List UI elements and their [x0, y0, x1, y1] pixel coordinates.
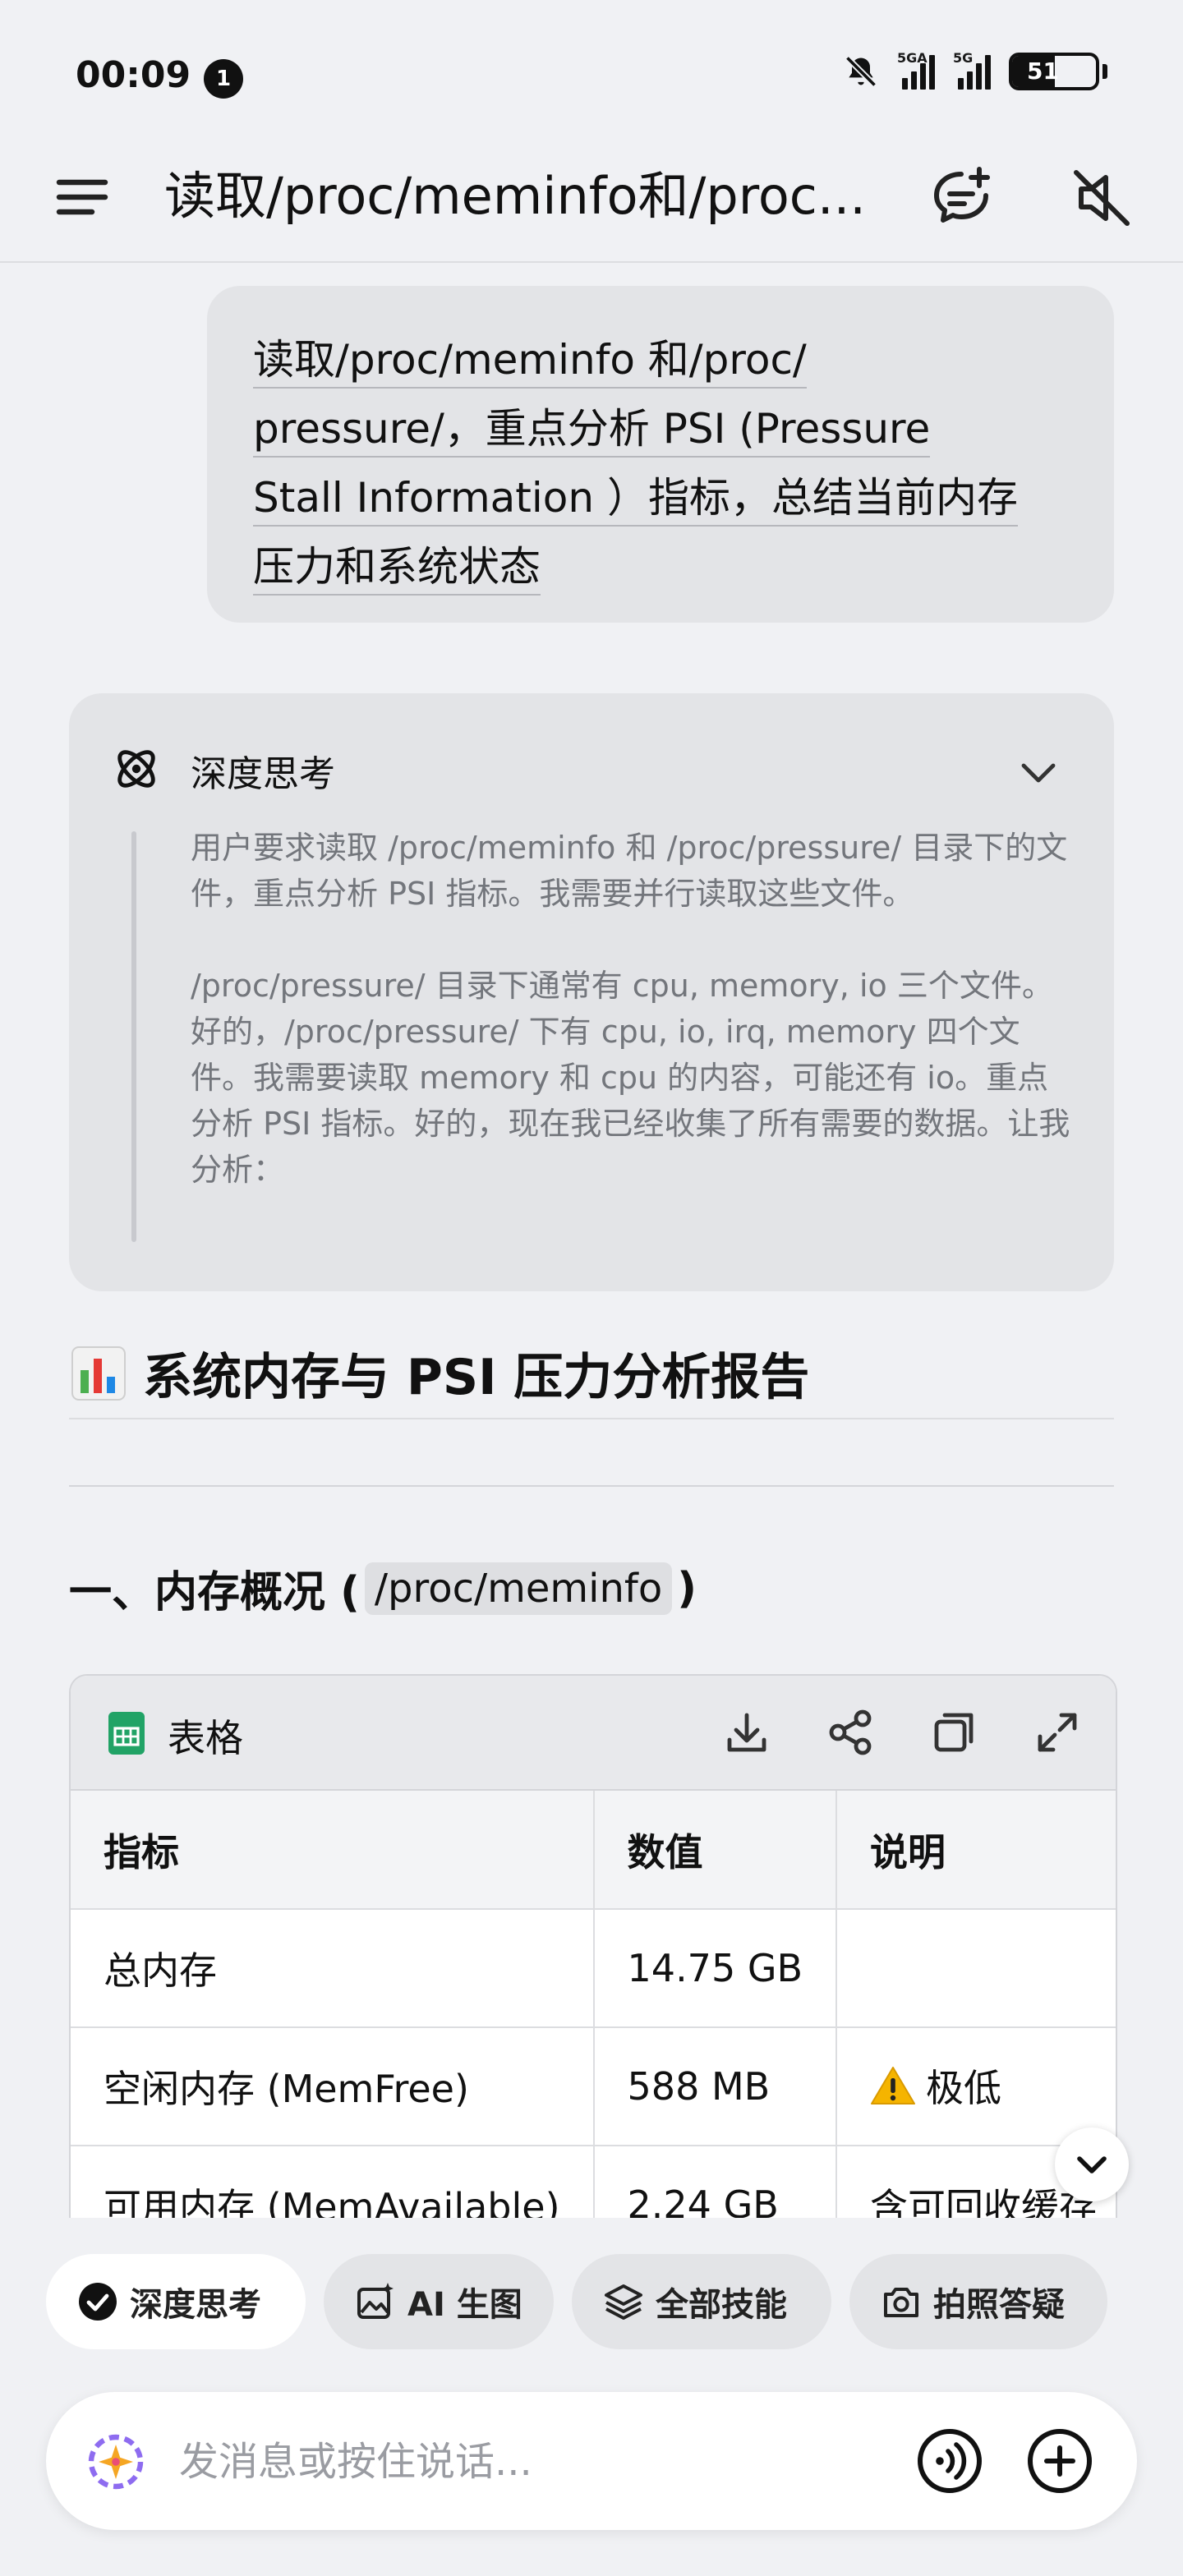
table-cell: 588 MB [593, 2027, 838, 2146]
deep-thinking-panel: 深度思考 用户要求读取 /proc/meminfo 和 /proc/pressu… [69, 693, 1114, 1291]
speaker-muted-icon [1074, 170, 1130, 226]
new-chat-icon [934, 167, 990, 223]
column-header: 数值 [593, 1791, 838, 1910]
spreadsheet-icon [107, 1710, 146, 1756]
report-title-text: 系统内存与 PSI 压力分析报告 [143, 1349, 810, 1406]
signal-5g-icon: 5G [953, 50, 991, 90]
message-input[interactable] [177, 2425, 920, 2499]
expand-button[interactable] [1029, 1704, 1086, 1761]
table-toolbar: 表格 [71, 1676, 1116, 1791]
chip-label: 全部技能 [656, 2286, 787, 2324]
expand-icon [1038, 1713, 1077, 1752]
deep-thinking-title[interactable]: 深度思考 [191, 744, 335, 797]
signal1-label: 5GA [897, 50, 928, 66]
menu-button[interactable] [49, 164, 115, 230]
atom-icon [110, 743, 163, 795]
column-header: 说明 [836, 1791, 1116, 1910]
chevron-down-icon [1077, 2156, 1107, 2174]
image-sparkle-icon [357, 2283, 394, 2319]
bar-chart-icon [71, 1346, 126, 1401]
section-heading: 一、内存概况 ( /proc/meminfo ) [69, 1557, 697, 1619]
chip-label: 深度思考 [130, 2286, 261, 2324]
user-message-line: 压力和系统状态 [253, 543, 541, 596]
signal2-label: 5G [953, 50, 974, 66]
copy-button[interactable] [925, 1704, 983, 1761]
assistant-logo-icon [84, 2430, 148, 2494]
add-attachment-button[interactable] [1025, 2426, 1094, 2496]
bell-muted-icon [845, 55, 877, 88]
warning-text: 极低 [926, 2065, 1002, 2110]
user-message-line: Stall Information ）指标，总结当前内存 [253, 474, 1018, 527]
column-header: 指标 [71, 1791, 595, 1910]
thinking-quote-bar [131, 831, 136, 1242]
table-row: 总内存 14.75 GB [71, 1909, 1116, 2028]
report-title: 系统内存与 PSI 压力分析报告 [69, 1337, 809, 1409]
chip-all-skills[interactable]: 全部技能 [572, 2254, 831, 2349]
user-message-bubble: 读取/proc/meminfo 和/proc/ pressure/，重点分析 P… [207, 286, 1114, 623]
share-button[interactable] [822, 1704, 879, 1761]
divider [69, 1418, 1114, 1419]
user-message-line: pressure/，重点分析 PSI (Pressure [253, 405, 931, 458]
camera-icon [884, 2288, 918, 2317]
table-cell [836, 1909, 1116, 2028]
check-circle-icon [79, 2283, 117, 2321]
status-time: 00:09 [76, 54, 191, 96]
table-label: 表格 [168, 1716, 243, 1760]
table-cell: 空闲内存 (MemFree) [71, 2027, 595, 2146]
hamburger-icon [56, 179, 108, 215]
chevron-down-icon [1021, 763, 1056, 783]
voice-call-button[interactable] [915, 2426, 984, 2496]
user-message-text: 读取/proc/meminfo 和/proc/ pressure/，重点分析 P… [253, 325, 1065, 601]
voice-wave-icon [918, 2429, 982, 2493]
user-message-line: 读取/proc/meminfo 和/proc/ [253, 336, 807, 389]
chip-label: 拍照答疑 [933, 2286, 1065, 2324]
table-header-row: 指标 数值 说明 [71, 1791, 1116, 1910]
plus-circle-icon [1028, 2429, 1092, 2493]
table-row: 空闲内存 (MemFree) 588 MB 极低 [71, 2027, 1116, 2146]
conversation-title[interactable]: 读取/proc/meminfo和/proc... [164, 161, 871, 232]
collapse-toggle[interactable] [1014, 748, 1063, 797]
chip-ai-image[interactable]: AI 生图 [324, 2254, 554, 2349]
section-heading-prefix: 一、内存概况 ( [69, 1568, 360, 1617]
layers-icon [605, 2284, 642, 2320]
thinking-paragraph: 好的，/proc/pressure/ 下有 cpu, io, irq, memo… [191, 1014, 1070, 1188]
table-cell: 总内存 [71, 1909, 595, 2028]
scroll-to-bottom-button[interactable] [1055, 2128, 1129, 2201]
new-chat-button[interactable] [925, 161, 999, 235]
top-bar: 读取/proc/meminfo和/proc... [0, 131, 1183, 263]
battery-tip [1102, 64, 1107, 79]
thinking-content: 用户要求读取 /proc/meminfo 和 /proc/pressure/ 目… [191, 825, 1078, 1193]
table-cell-note: 极低 [836, 2027, 1116, 2146]
warning-icon [871, 2066, 916, 2104]
speaker-mute-button[interactable] [1065, 161, 1139, 235]
chip-deep-thinking[interactable]: 深度思考 [46, 2254, 306, 2349]
signal-5ga-icon: 5GA [897, 50, 935, 90]
divider [69, 1485, 1114, 1487]
message-composer [46, 2392, 1137, 2530]
notification-count-badge: 1 [204, 59, 243, 99]
download-icon [727, 1713, 766, 1752]
battery-level: 51 [1027, 58, 1059, 85]
thinking-paragraph-gap [191, 917, 1078, 963]
battery-icon: 51 [1009, 53, 1099, 90]
inline-code: /proc/meminfo [364, 1562, 673, 1615]
thinking-paragraph: /proc/pressure/ 目录下通常有 cpu, memory, io 三… [191, 968, 1053, 1004]
chip-label: AI 生图 [407, 2286, 522, 2324]
section-heading-suffix: ) [677, 1563, 697, 1613]
warning-note: 极低 [870, 2058, 1001, 2113]
thinking-paragraph: 用户要求读取 /proc/meminfo 和 /proc/pressure/ 目… [191, 830, 1068, 912]
chip-photo-answer[interactable]: 拍照答疑 [849, 2254, 1107, 2349]
status-icons: 5GA 5G 51 [843, 50, 1107, 90]
table-card: 表格 指标 数值 说明 总内存 14.75 GB 空闲内存 (MemFree) … [69, 1674, 1117, 2234]
share-icon [829, 1709, 872, 1755]
table-cell: 14.75 GB [593, 1909, 838, 2028]
copy-icon [934, 1713, 974, 1752]
download-button[interactable] [718, 1704, 776, 1761]
memory-table: 指标 数值 说明 总内存 14.75 GB 空闲内存 (MemFree) 588… [71, 1791, 1116, 2234]
